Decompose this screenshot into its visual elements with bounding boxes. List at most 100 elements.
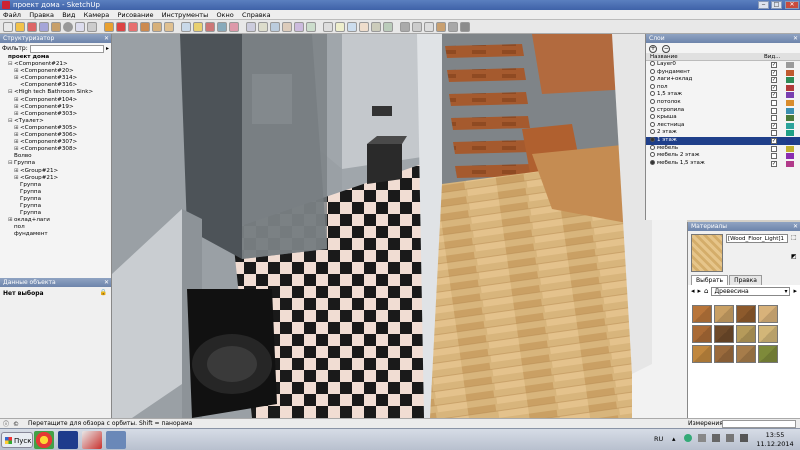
paint-bucket-tool-icon[interactable] [229,22,239,32]
tab-edit[interactable]: Правка [729,275,762,285]
arc-tool-icon[interactable] [39,22,49,32]
layer-visibility-checkbox[interactable]: ✓ [771,84,777,91]
layer-color-swatch[interactable] [786,122,794,129]
layer-active-radio[interactable] [650,121,655,127]
outliner-item[interactable]: ⊞<Component#104> [2,97,111,104]
tab-select[interactable]: Выбрать [691,275,729,285]
outliner-item[interactable]: ⊞<Component#308> [2,146,111,153]
outliner-item[interactable]: Волво [2,153,111,160]
layer-row[interactable]: фундамент ✓ [646,68,800,77]
right-view-icon[interactable] [359,22,369,32]
layer-color-swatch[interactable] [786,77,794,84]
layer-color-swatch[interactable] [786,92,794,99]
outliner-item[interactable]: <Component#316> [2,82,111,89]
outliner-item[interactable]: ⊞<Component#306> [2,132,111,139]
layers-close-icon[interactable]: ✕ [793,34,798,43]
material-name-field[interactable]: [Wood_Floor_Light]1 [726,234,788,243]
rectangle-tool-icon[interactable] [51,22,61,32]
layer-color-swatch[interactable] [786,145,794,152]
xray-style-icon[interactable] [400,22,410,32]
material-library-select[interactable]: Древесина ▾ [711,286,791,296]
top-view-icon[interactable] [335,22,345,32]
layer-active-radio[interactable] [650,152,655,158]
sketchup-taskbar-icon[interactable] [82,431,102,449]
outliner-item[interactable]: ⊞оклад+лаги [2,217,111,224]
outliner-item[interactable]: ⊞<Component#307> [2,139,111,146]
layer-color-swatch[interactable] [786,99,794,106]
select-tool-icon[interactable] [3,22,13,32]
layer-color-swatch[interactable] [786,84,794,91]
textured-style-icon[interactable] [448,22,458,32]
layer-visibility-checkbox[interactable] [771,145,777,152]
outliner-item[interactable]: ⊞<Group#21> [2,168,111,175]
layer-active-radio[interactable] [650,91,655,97]
menu-view[interactable]: Вид [59,10,78,20]
layer-visibility-checkbox[interactable]: ✓ [771,122,777,129]
wireframe-style-icon[interactable] [412,22,422,32]
flag-icon[interactable] [712,434,720,442]
layer-color-swatch[interactable] [786,153,794,160]
menu-draw[interactable]: Рисование [114,10,156,20]
delete-layer-icon[interactable]: − [662,45,671,53]
layer-active-radio[interactable] [650,106,655,112]
layer-row[interactable]: крыша [646,114,800,122]
material-swatch[interactable] [714,305,734,323]
layer-visibility-checkbox[interactable]: ✓ [771,137,777,144]
image-viewer-taskbar-icon[interactable] [106,431,126,449]
layer-visibility-checkbox[interactable] [771,107,777,114]
add-layer-icon[interactable]: + [649,45,657,53]
zoom-tool-icon[interactable] [270,22,280,32]
hidden-line-style-icon[interactable] [424,22,434,32]
home-icon[interactable]: ⌂ [704,287,708,295]
close-button[interactable]: ✕ [785,1,799,9]
menu-tools[interactable]: Инструменты [159,10,212,20]
tape-measure-tool-icon[interactable] [181,22,191,32]
shaded-style-icon[interactable] [436,22,446,32]
layer-color-swatch[interactable] [786,137,794,144]
previous-view-icon[interactable] [294,22,304,32]
outliner-item[interactable]: ⊞<Component#20> [2,68,111,75]
battery-icon[interactable] [740,434,748,442]
layers-name-column[interactable]: Название [650,54,678,60]
layer-color-swatch[interactable] [786,107,794,114]
layer-active-radio[interactable] [650,61,655,66]
outliner-item[interactable]: Группа [2,182,111,189]
material-swatch[interactable] [692,305,712,323]
material-swatch[interactable] [758,325,778,343]
outliner-item[interactable]: ⊞<Component#19> [2,104,111,111]
layer-visibility-checkbox[interactable] [771,99,777,106]
layer-row[interactable]: мебель 1,5 этаж ✓ [646,159,800,168]
layer-row[interactable]: Layer0 ✓ [646,61,800,69]
default-material-icon[interactable]: ◩ [791,253,797,260]
layer-row[interactable]: потолок [646,98,800,107]
zoom-extents-tool-icon[interactable] [282,22,292,32]
iso-view-icon[interactable] [323,22,333,32]
outliner-item[interactable]: ⊟<High tech Bathroom Sink> [2,89,111,96]
material-swatch[interactable] [758,305,778,323]
material-swatch[interactable] [736,325,756,343]
material-swatch[interactable] [758,345,778,363]
layer-color-swatch[interactable] [786,130,794,137]
line-tool-icon[interactable] [27,22,37,32]
chrome-taskbar-icon[interactable] [34,431,54,449]
material-swatch[interactable] [736,305,756,323]
menu-edit[interactable]: Правка [26,10,57,20]
back-icon[interactable]: ◂ [691,287,695,295]
layer-active-radio[interactable] [650,159,655,165]
layer-active-radio[interactable] [650,68,655,74]
scale-tool-icon[interactable] [152,22,162,32]
outliner-close-icon[interactable]: ✕ [104,34,109,43]
offset-tool-icon[interactable] [164,22,174,32]
menu-camera[interactable]: Камера [81,10,113,20]
details-icon[interactable]: ▸ [793,287,797,295]
layer-row[interactable]: стропила [646,106,800,115]
material-swatch[interactable] [692,345,712,363]
dimension-tool-icon[interactable] [193,22,203,32]
layer-active-radio[interactable] [650,83,655,89]
text-tool-icon[interactable] [205,22,215,32]
filter-input[interactable] [29,44,104,53]
layer-visibility-checkbox[interactable] [771,153,777,160]
layer-row[interactable]: лестница ✓ [646,121,800,130]
orbit-tool-icon[interactable] [246,22,256,32]
axes-tool-icon[interactable] [217,22,227,32]
